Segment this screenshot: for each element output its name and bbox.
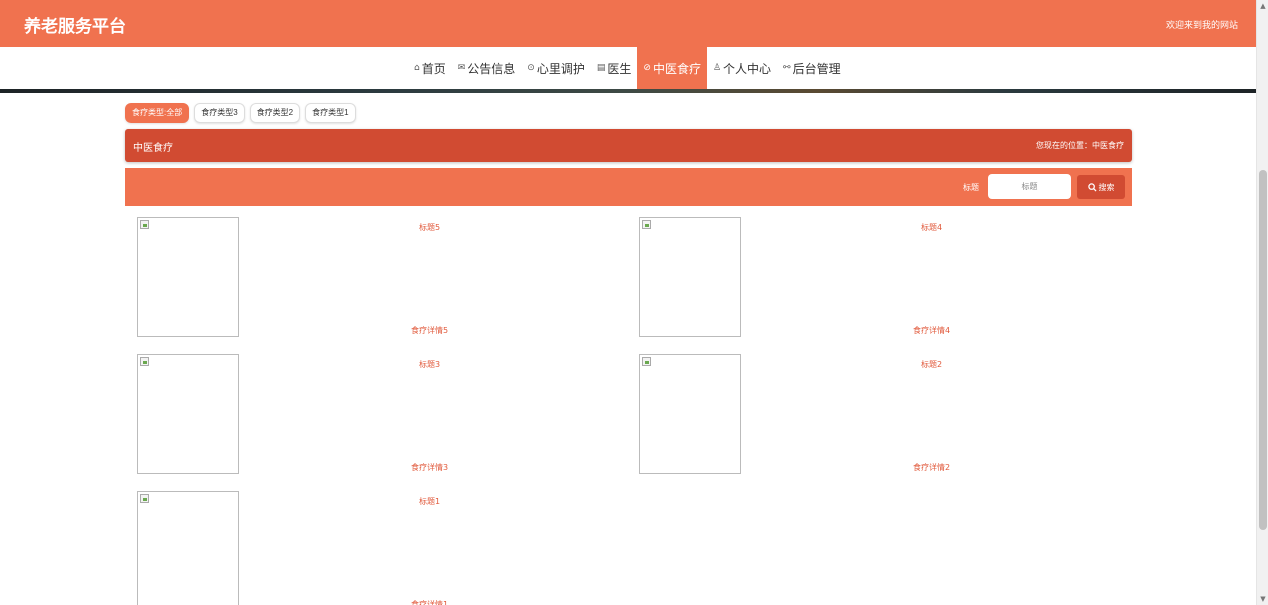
card-title[interactable]: 标题2 <box>921 359 942 370</box>
nav-item-label: 中医食疗 <box>652 61 701 76</box>
search-button-label: 搜索 <box>1098 182 1115 192</box>
scroll-up-icon[interactable]: ▲ <box>1257 0 1268 12</box>
heart-circle-icon: ⊙ <box>527 63 535 73</box>
nav-item-6[interactable]: ⚯ 后台管理 <box>777 47 847 89</box>
mail-icon: ✉ <box>457 63 466 73</box>
site-title[interactable]: 养老服务平台 <box>24 12 126 37</box>
link-icon: ⚯ <box>783 63 791 73</box>
card-title[interactable]: 标题5 <box>419 222 440 233</box>
search-icon <box>1087 182 1097 192</box>
card-image[interactable] <box>137 491 239 605</box>
top-header: 养老服务平台 欢迎来到我的网站 <box>0 0 1256 47</box>
card-detail[interactable]: 食疗详情2 <box>913 462 950 473</box>
broken-image-icon <box>140 220 149 229</box>
card-detail[interactable]: 食疗详情4 <box>913 325 950 336</box>
nav-item-label: 首页 <box>421 61 446 76</box>
welcome-text: 欢迎来到我的网站 <box>1165 21 1238 31</box>
nav-item-0[interactable]: ⌂ 首页 <box>408 47 452 89</box>
nav-item-label: 心里调护 <box>536 61 585 76</box>
broken-image-icon <box>642 357 651 366</box>
filter-button-2[interactable]: 食疗类型2 <box>249 103 301 123</box>
card-detail[interactable]: 食疗详情5 <box>411 325 448 336</box>
nav-item-label: 公告信息 <box>467 61 516 76</box>
broken-image-icon <box>140 357 149 366</box>
list-item[interactable]: 标题5 食疗详情5 <box>137 217 637 342</box>
card-image[interactable] <box>639 217 741 337</box>
nav-item-5[interactable]: ♙ 个人中心 <box>707 47 777 89</box>
card-image[interactable] <box>137 354 239 474</box>
nav-item-label: 医生 <box>607 61 632 76</box>
page: 养老服务平台 欢迎来到我的网站 ⌂ 首页 ✉ 公告信息 ⊙ 心里调护 ▤ 医生 ⊘ 中医食疗 ♙ 个人… <box>0 0 1268 605</box>
filter-button-0[interactable]: 食疗类型:全部 <box>125 103 190 123</box>
search-input[interactable] <box>988 174 1071 199</box>
breadcrumb-bar: 中医食疗 您现在的位置：中医食疗 <box>125 129 1132 162</box>
user-icon: ♙ <box>712 63 722 73</box>
home-icon: ⌂ <box>414 63 420 73</box>
broken-image-icon <box>642 220 651 229</box>
card-detail[interactable]: 食疗详情3 <box>411 462 448 473</box>
scroll-thumb[interactable] <box>1259 170 1267 530</box>
search-bar: 标题 搜索 <box>125 168 1132 206</box>
card-detail[interactable]: 食疗详情1 <box>411 599 448 605</box>
search-button[interactable]: 搜索 <box>1077 175 1125 199</box>
section-title: 中医食疗 <box>133 143 173 154</box>
category-filters: 食疗类型:全部 食疗类型3 食疗类型2 食疗类型1 <box>125 103 356 123</box>
nav-item-2[interactable]: ⊙ 心里调护 <box>521 47 591 89</box>
list-item[interactable]: 标题2 食疗详情2 <box>639 354 1139 479</box>
scroll-down-icon[interactable]: ▼ <box>1257 593 1268 605</box>
search-label: 标题 <box>963 183 979 192</box>
card-image[interactable] <box>137 217 239 337</box>
filter-button-3[interactable]: 食疗类型1 <box>305 103 356 123</box>
card-image[interactable] <box>639 354 741 474</box>
nav-item-4[interactable]: ⊘ 中医食疗 <box>637 47 707 89</box>
card-title[interactable]: 标题4 <box>921 222 942 233</box>
broken-image-icon <box>140 494 149 503</box>
card-title[interactable]: 标题1 <box>419 496 440 507</box>
nav-item-3[interactable]: ▤ 医生 <box>591 47 638 89</box>
filter-button-1[interactable]: 食疗类型3 <box>194 103 245 123</box>
nav-item-label: 个人中心 <box>723 61 772 76</box>
card-title[interactable]: 标题3 <box>419 359 440 370</box>
nav-item-label: 后台管理 <box>792 61 841 76</box>
breadcrumb: 您现在的位置：中医食疗 <box>1036 141 1124 150</box>
scrollbar[interactable]: ▲ ▼ <box>1256 0 1268 605</box>
nav-item-1[interactable]: ✉ 公告信息 <box>452 47 522 89</box>
nav-items: ⌂ 首页 ✉ 公告信息 ⊙ 心里调护 ▤ 医生 ⊘ 中医食疗 ♙ 个人中心 ⚯ 后台管理 <box>408 47 847 89</box>
list-item[interactable]: 标题4 食疗详情4 <box>639 217 1139 342</box>
main-nav: ⌂ 首页 ✉ 公告信息 ⊙ 心里调护 ▤ 医生 ⊘ 中医食疗 ♙ 个人中心 ⚯ 后台管理 <box>0 47 1256 89</box>
medicine-icon: ⊘ <box>643 63 651 73</box>
list-item[interactable]: 标题3 食疗详情3 <box>137 354 637 479</box>
banner-strip <box>0 89 1256 93</box>
doctor-card-icon: ▤ <box>596 63 606 73</box>
list-item[interactable]: 标题1 食疗详情1 <box>137 491 637 605</box>
